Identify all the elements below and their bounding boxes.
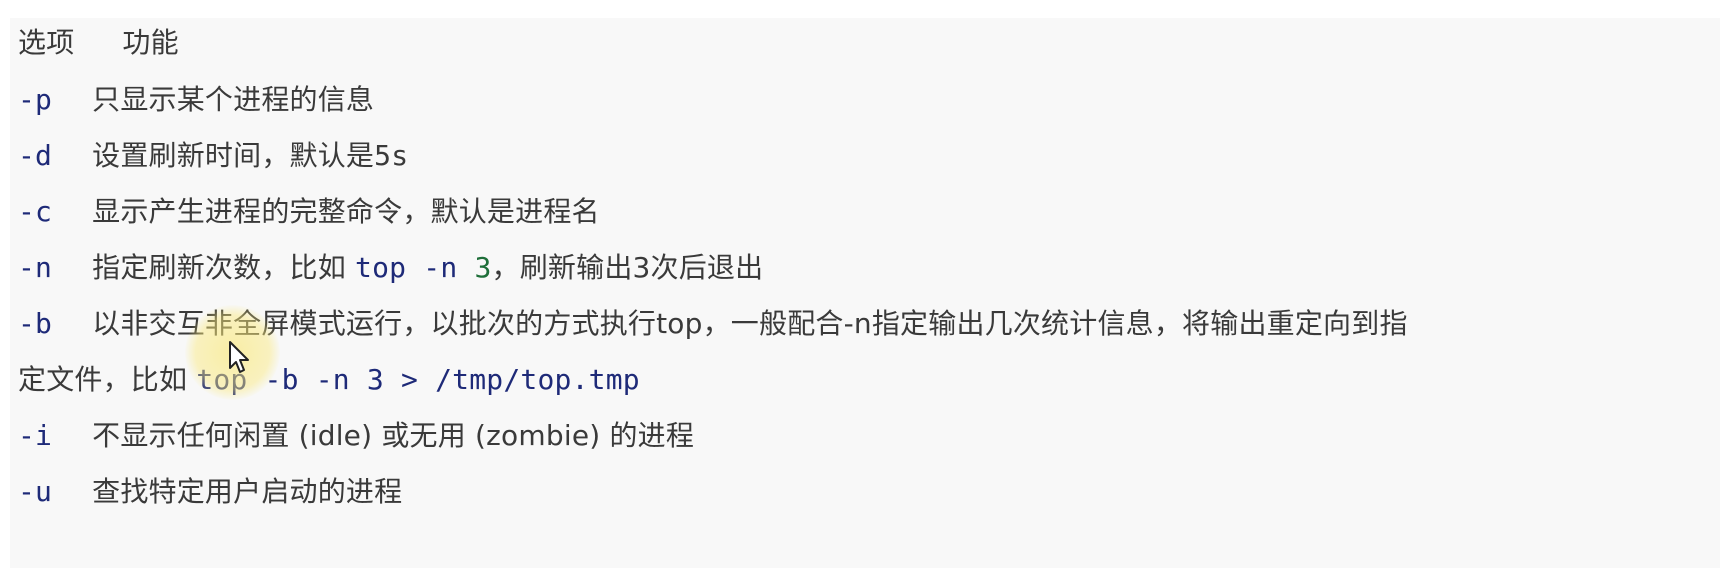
option-flag: -n [18, 251, 53, 284]
option-desc: 以非交互非全屏模式运行，以批次的方式执行top，一般配合-n指定输出几次统计信息… [92, 307, 1408, 340]
option-desc-number: 5s [374, 139, 409, 172]
option-flag: -d [18, 139, 53, 172]
page: 选项 功能 -p 只显示某个进程的信息 -d 设置刷新时间，默认是5s -c 显示产生进… [0, 0, 1729, 571]
option-flag: -c [18, 195, 53, 228]
option-flag: -i [18, 419, 53, 452]
option-desc: 只显示某个进程的信息 [92, 83, 375, 116]
inline-command: top -b -n 3 > /tmp/top.tmp [196, 363, 640, 396]
option-desc: 指定刷新次数，比如 [92, 251, 356, 284]
option-desc: 不显示任何闲置 (idle) 或无用 (zombie) 的进程 [92, 419, 695, 452]
option-desc: 显示产生进程的完整命令，默认是进程名 [92, 195, 600, 228]
option-row-u: -u 查找特定用户启动的进程 [18, 467, 402, 517]
option-desc-tail: ，刷新输出3次后退出 [491, 251, 764, 284]
option-row-c: -c 显示产生进程的完整命令，默认是进程名 [18, 187, 600, 237]
option-desc-cont: 定文件，比如 [18, 363, 197, 396]
option-row-d: -d 设置刷新时间，默认是5s [18, 131, 408, 181]
option-flag: -p [18, 83, 53, 116]
inline-number: 3 [474, 251, 492, 284]
option-flag: -b [18, 307, 53, 340]
option-flag: -u [18, 475, 53, 508]
option-row-b-cont: 定文件，比如 top -b -n 3 > /tmp/top.tmp [18, 355, 640, 405]
option-desc: 设置刷新时间，默认是 [92, 139, 375, 172]
header-row: 选项 功能 [18, 18, 179, 68]
option-row-b: -b 以非交互非全屏模式运行，以批次的方式执行top，一般配合-n指定输出几次统计… [18, 299, 1408, 349]
inline-command: top -n [355, 251, 458, 284]
header-function: 功能 [122, 26, 179, 59]
option-row-i: -i 不显示任何闲置 (idle) 或无用 (zombie) 的进程 [18, 411, 694, 461]
option-desc: 查找特定用户启动的进程 [92, 475, 403, 508]
option-row-p: -p 只显示某个进程的信息 [18, 75, 374, 125]
header-option: 选项 [18, 26, 75, 59]
option-row-n: -n 指定刷新次数，比如 top -n 3，刷新输出3次后退出 [18, 243, 763, 293]
code-block: 选项 功能 -p 只显示某个进程的信息 -d 设置刷新时间，默认是5s -c 显示产生进… [10, 18, 1720, 568]
